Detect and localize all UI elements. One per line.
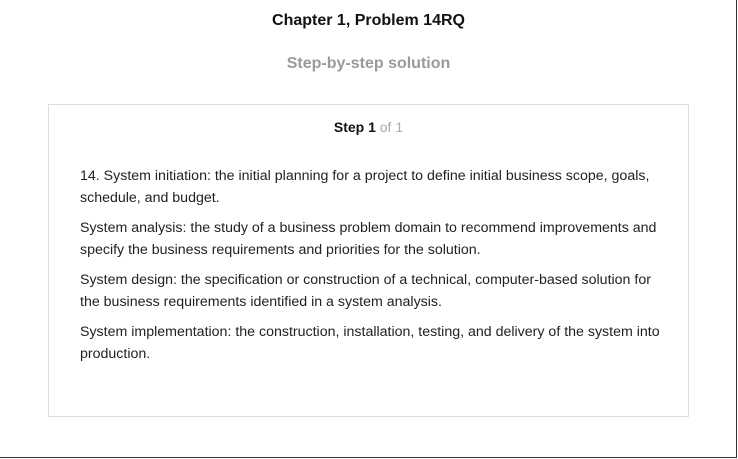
paragraph-system-analysis: System analysis: the study of a business… [80, 220, 657, 258]
step-content: 14. System initiation: the initial plann… [80, 165, 670, 373]
step-label: Step 1 [333, 119, 376, 135]
step-header: Step 1 of 1 [49, 119, 688, 135]
step-total: of 1 [379, 119, 404, 135]
paragraph-system-implementation: System implementation: the construction,… [80, 324, 660, 362]
paragraph-system-design: System design: the specification or cons… [80, 272, 651, 310]
paragraph-system-initiation: 14. System initiation: the initial plann… [80, 168, 650, 206]
step-card: Step 1 of 1 14. System initiation: the i… [48, 104, 689, 417]
solution-page: Chapter 1, Problem 14RQ Step-by-step sol… [0, 0, 737, 458]
page-subtitle: Step-by-step solution [286, 55, 451, 72]
page-title: Chapter 1, Problem 14RQ [272, 12, 465, 29]
